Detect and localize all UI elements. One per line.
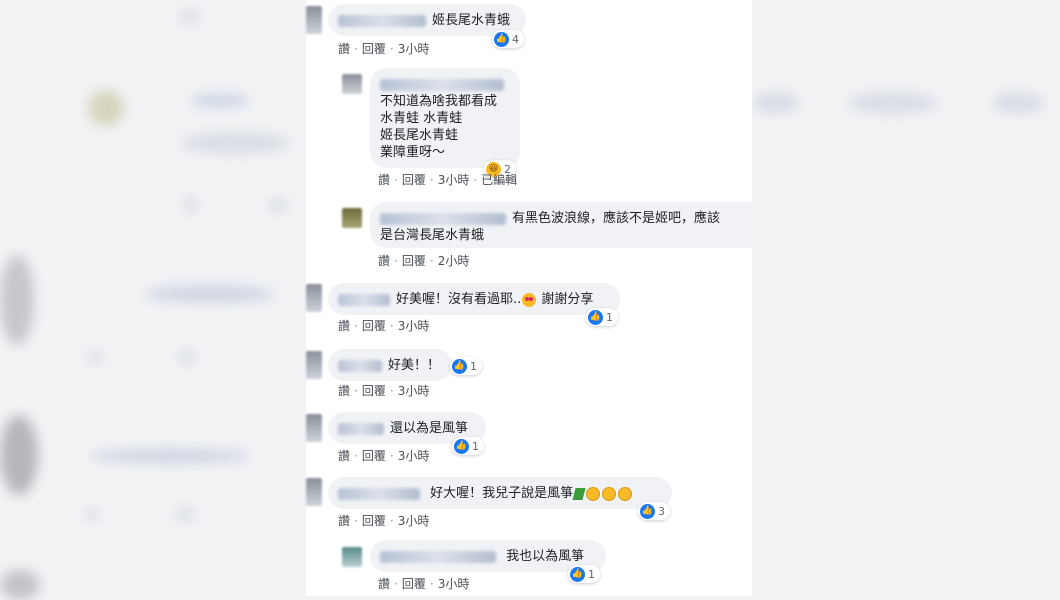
comment-line: 姬長尾水青蛙 (380, 128, 459, 143)
avatar[interactable] (306, 414, 322, 442)
comment-text: 姬長尾水青蛾 (432, 13, 511, 28)
like-button[interactable]: 讚 (338, 319, 350, 333)
comment-text: 是台灣長尾水青蛾 (380, 228, 485, 243)
comment-line: 水青蛙 水青蛙 (380, 111, 463, 126)
grimace-emoji-icon (618, 486, 633, 501)
avatar[interactable] (342, 208, 362, 228)
like-icon: 👍 (494, 31, 509, 47)
comment-actions: 讚 · 回覆 · 3小時 (338, 42, 430, 56)
timestamp[interactable]: 3小時 (398, 42, 430, 56)
commenter-name[interactable] (380, 212, 506, 225)
commenter-name[interactable] (338, 422, 384, 435)
like-icon: 👍 (454, 438, 469, 454)
reaction-count[interactable]: 👍 4 (492, 30, 524, 48)
commenter-name[interactable] (338, 293, 390, 306)
like-icon: 👍 (588, 309, 603, 325)
comment-actions: 讚 · 回覆 · 3小時 (338, 514, 430, 528)
timestamp[interactable]: 2小時 (438, 254, 470, 268)
edited-label[interactable]: 已編輯 (481, 173, 517, 187)
comment-actions: 讚 · 回覆 · 3小時 (338, 319, 430, 333)
commenter-name[interactable] (380, 78, 504, 91)
reply-button[interactable]: 回覆 (402, 254, 426, 268)
comment-text: 我也以為風箏 (506, 549, 585, 564)
comment-bubble: 好大喔！我兒子說是風箏 (328, 477, 672, 509)
reply-button[interactable]: 回覆 (362, 449, 386, 463)
reply-button[interactable]: 回覆 (402, 173, 426, 187)
timestamp[interactable]: 3小時 (398, 384, 430, 398)
reaction-count[interactable]: 👍 3 (638, 502, 670, 520)
commenter-name[interactable] (338, 14, 426, 27)
comment-text: 好美！！ (388, 358, 441, 373)
like-button[interactable]: 讚 (378, 173, 390, 187)
reply-button[interactable]: 回覆 (402, 577, 426, 591)
like-button[interactable]: 讚 (338, 514, 350, 528)
like-icon: 👍 (452, 358, 467, 374)
comment-text: 謝謝分享 (541, 292, 594, 307)
reply-button[interactable]: 回覆 (362, 319, 386, 333)
comment-bubble: 好美！！ (328, 349, 452, 381)
comment-text: 好美喔！沒有看過耶.. (396, 292, 522, 307)
commenter-name[interactable] (338, 359, 382, 372)
grimace-emoji-icon (602, 486, 617, 501)
comment-bubble: 好美喔！沒有看過耶.. 謝謝分享 (328, 283, 620, 315)
comment-text: 有黑色波浪線，應該不是姬吧，應該 (512, 211, 721, 226)
like-button[interactable]: 讚 (338, 449, 350, 463)
comment-text: 好大喔！我兒子說是風箏 (430, 486, 574, 501)
timestamp[interactable]: 3小時 (438, 173, 470, 187)
avatar[interactable] (306, 284, 322, 312)
like-icon: 👍 (570, 566, 585, 582)
timestamp[interactable]: 3小時 (398, 514, 430, 528)
commenter-name[interactable] (380, 550, 496, 563)
avatar[interactable] (306, 6, 322, 34)
heart-eyes-emoji-icon (522, 292, 537, 307)
timestamp[interactable]: 3小時 (398, 449, 430, 463)
comment-actions: 讚 · 回覆 · 2小時 (378, 254, 470, 268)
like-button[interactable]: 讚 (378, 577, 390, 591)
like-button[interactable]: 讚 (378, 254, 390, 268)
kite-emoji-icon (572, 487, 586, 500)
like-icon: 👍 (640, 503, 655, 519)
comment-actions: 讚 · 回覆 · 3小時 (338, 449, 430, 463)
comment-bubble: 不知道為啥我都看成 水青蛙 水青蛙 姬長尾水青蛙 業障重呀～ (370, 68, 520, 168)
comment-line: 業障重呀～ (380, 145, 446, 160)
comment-actions: 讚 · 回覆 · 3小時 · 已編輯 (378, 173, 518, 187)
comment-bubble: 有黑色波浪線，應該不是姬吧，應該 是台灣長尾水青蛾 (370, 202, 752, 248)
reaction-count[interactable]: 👍 1 (586, 308, 618, 326)
like-button[interactable]: 讚 (338, 384, 350, 398)
reaction-count[interactable]: 👍 1 (450, 357, 482, 375)
comment-actions: 讚 · 回覆 · 3小時 (378, 577, 470, 591)
reaction-count[interactable]: 👍 1 (568, 565, 600, 583)
reply-button[interactable]: 回覆 (362, 42, 386, 56)
avatar[interactable] (306, 478, 322, 506)
avatar[interactable] (342, 74, 362, 94)
comments-panel: 姬長尾水青蛾 👍 4 讚 · 回覆 · 3小時 不知道為啥我都看成 水青蛙 水青蛙 姬長尾… (306, 0, 752, 596)
reaction-count[interactable]: 👍 1 (452, 437, 484, 455)
like-button[interactable]: 讚 (338, 42, 350, 56)
grimace-emoji-icon (586, 486, 601, 501)
reply-button[interactable]: 回覆 (362, 514, 386, 528)
reply-button[interactable]: 回覆 (362, 384, 386, 398)
commenter-name[interactable] (338, 487, 420, 500)
timestamp[interactable]: 3小時 (438, 577, 470, 591)
avatar[interactable] (306, 351, 322, 379)
timestamp[interactable]: 3小時 (398, 319, 430, 333)
comment-line: 不知道為啥我都看成 (380, 94, 498, 109)
comment-actions: 讚 · 回覆 · 3小時 (338, 384, 430, 398)
avatar[interactable] (342, 547, 362, 567)
comment-text: 還以為是風箏 (390, 421, 469, 436)
